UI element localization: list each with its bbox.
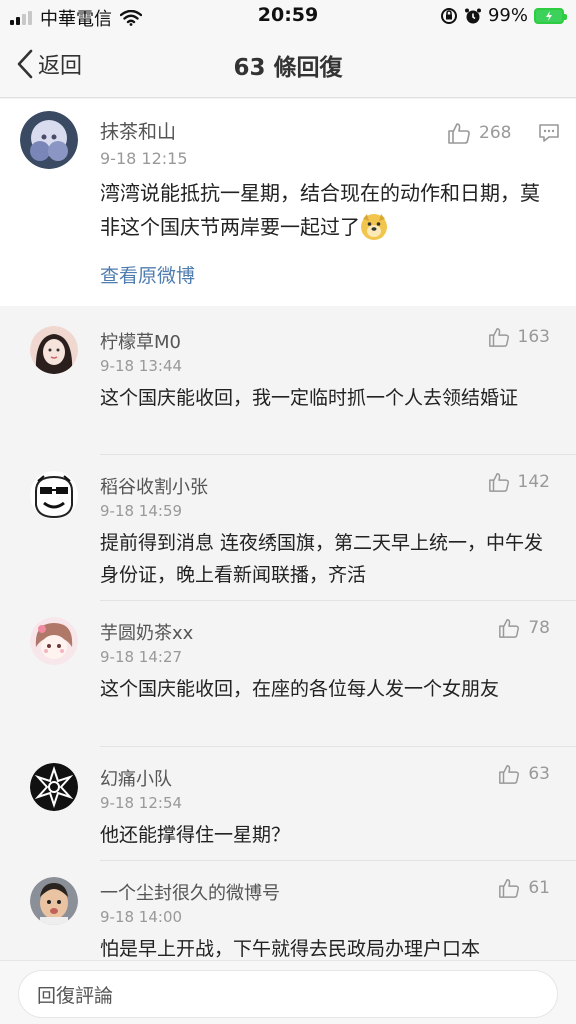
like-button[interactable]: 61 <box>498 877 550 899</box>
thumbs-up-icon <box>499 879 520 898</box>
avatar[interactable] <box>20 111 78 169</box>
avatar[interactable] <box>30 763 78 811</box>
alarm-icon <box>464 8 481 23</box>
reply-item: 一个尘封很久的微博号 9-18 14:00 61 怕是早上开战，下午就得去民政局… <box>0 861 576 960</box>
reply-text: 怕是早上开战，下午就得去民政局办理户口本 <box>100 938 481 960</box>
thumbs-up-icon <box>499 619 520 638</box>
reply-author[interactable]: 幻痛小队 <box>100 765 172 791</box>
reply-item: 幻痛小队 9-18 12:54 63 他还能撑得住一星期？ <box>0 747 576 861</box>
reply-comment-placeholder: 回復評論 <box>37 984 114 1007</box>
status-bar: 中華電信 20:59 99% <box>0 0 576 32</box>
reply-author[interactable]: 芋圆奶茶xx <box>100 619 193 645</box>
reply-text: 提前得到消息 连夜绣国旗，第二天早上统一，中午发身份证，晚上看新闻联播，齐活 <box>100 532 544 586</box>
reply-item: 芋圆奶茶xx 9-18 14:27 78 这个国庆能收回，在座的各位每人发一个女… <box>0 601 576 747</box>
reply-text: 这个国庆能收回，我一定临时抓一个人去领结婚证 <box>100 387 519 409</box>
like-count: 142 <box>517 472 550 492</box>
avatar[interactable] <box>30 877 78 925</box>
nav-bar: 返回 63 條回復 <box>0 32 576 98</box>
reply-item: 柠檬草M0 9-18 13:44 163 这个国庆能收回，我一定临时抓一个人去领… <box>0 310 576 455</box>
thumbs-up-icon <box>488 328 509 347</box>
like-button[interactable]: 63 <box>498 763 550 785</box>
like-count: 163 <box>517 327 550 347</box>
doge-emoji-icon <box>361 214 387 240</box>
like-count: 63 <box>528 764 550 784</box>
avatar[interactable] <box>30 326 78 374</box>
like-button[interactable]: 163 <box>488 326 550 348</box>
page-title: 63 條回復 <box>233 55 343 81</box>
comment-time: 9-18 12:15 <box>100 149 188 168</box>
reply-author[interactable]: 一个尘封很久的微博号 <box>100 879 280 905</box>
rotation-lock-icon <box>440 7 457 24</box>
comment-text: 湾湾说能抵抗一星期，结合现在的动作和日期，莫非这个国庆节两岸要一起过了 <box>100 181 540 240</box>
status-right: 99% <box>440 5 567 26</box>
like-button[interactable]: 142 <box>488 471 550 493</box>
reply-time: 9-18 13:44 <box>100 357 183 375</box>
like-count: 268 <box>479 123 512 143</box>
like-count: 61 <box>528 878 550 898</box>
like-button[interactable]: 78 <box>498 617 550 639</box>
reply-time: 9-18 12:54 <box>100 794 183 812</box>
reply-author[interactable]: 柠檬草M0 <box>100 328 181 354</box>
view-original-link[interactable]: 查看原微博 <box>100 261 195 288</box>
comment-author[interactable]: 抹茶和山 <box>100 117 176 144</box>
thumbs-up-icon <box>448 123 470 144</box>
avatar[interactable] <box>30 471 78 519</box>
thumbs-up-icon <box>488 473 509 492</box>
reply-author[interactable]: 稻谷收割小张 <box>100 473 208 499</box>
avatar[interactable] <box>30 617 78 665</box>
reply-text: 这个国庆能收回，在座的各位每人发一个女朋友 <box>100 678 500 700</box>
comment-bar: 回復評論 <box>0 960 576 1024</box>
like-count: 78 <box>528 618 550 638</box>
reply-time: 9-18 14:59 <box>100 502 183 520</box>
thumbs-up-icon <box>499 765 520 784</box>
reply-time: 9-18 14:27 <box>100 648 183 666</box>
reply-comment-icon[interactable] <box>538 123 560 143</box>
battery-percent: 99% <box>487 5 528 26</box>
like-button[interactable]: 268 <box>447 121 511 145</box>
reply-text: 他还能撑得住一星期？ <box>100 824 291 846</box>
battery-icon <box>534 7 567 24</box>
reply-comment-input[interactable]: 回復評論 <box>18 970 558 1018</box>
main-comment: 抹茶和山 9-18 12:15 268 湾湾说能抵抗一星期，结合现在的动作和日期… <box>0 99 576 306</box>
reply-time: 9-18 14:00 <box>100 908 183 926</box>
reply-item: 稻谷收割小张 9-18 14:59 142 提前得到消息 连夜绣国旗，第二天早上… <box>0 455 576 601</box>
